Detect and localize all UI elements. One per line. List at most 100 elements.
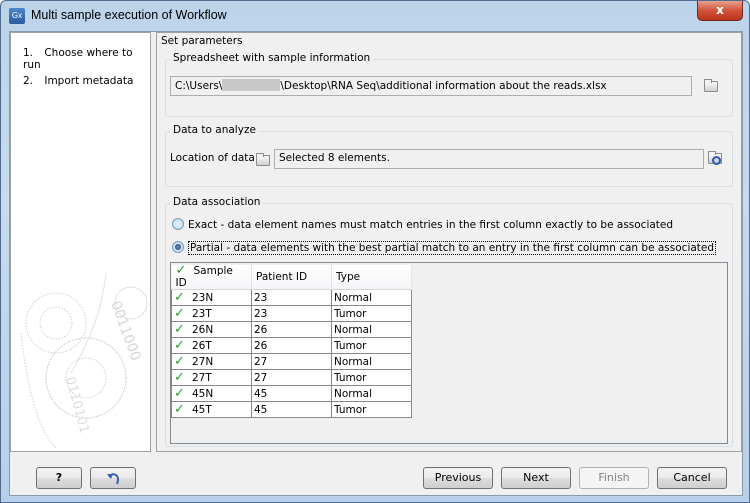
table-row[interactable]: ✓ 27N 27 Normal <box>171 353 412 370</box>
cell-patient-id[interactable]: 23 <box>251 305 332 322</box>
cell-sample-id[interactable]: ✓ 45T <box>171 401 252 418</box>
patient-id-text: 45 <box>254 387 268 400</box>
patient-id-text: 23 <box>254 291 268 304</box>
sample-id-text: 23N <box>192 291 214 304</box>
table-row[interactable]: ✓ 26T 26 Tumor <box>171 337 412 354</box>
cell-type[interactable]: Tumor <box>331 401 412 418</box>
table-row[interactable]: ✓ 23T 23 Tumor <box>171 305 412 322</box>
spreadsheet-group: Spreadsheet with sample information C:\U… <box>165 52 733 117</box>
redacted-username <box>222 79 281 91</box>
cell-type[interactable]: Normal <box>331 385 412 402</box>
cell-patient-id[interactable]: 26 <box>251 321 332 338</box>
exact-match-radio[interactable]: Exact - data element names must match en… <box>172 218 673 231</box>
type-text: Tumor <box>334 339 367 352</box>
column-header-sample-id[interactable]: ✓ Sample ID <box>171 263 252 290</box>
column-label: Patient ID <box>256 271 308 283</box>
folder-search-icon[interactable] <box>708 150 726 168</box>
previous-button[interactable]: Previous <box>423 467 493 489</box>
partial-match-radio[interactable]: Partial - data elements with the best pa… <box>172 241 717 255</box>
radio-unchecked-icon <box>172 218 184 230</box>
cancel-label: Cancel <box>673 471 711 484</box>
checkmark-icon: ✓ <box>174 401 185 417</box>
location-value: Selected 8 elements. <box>279 152 390 164</box>
location-of-data-field[interactable]: Selected 8 elements. <box>274 149 704 169</box>
dialog-client: 1. Choose where to run 2. Import metadat… <box>9 31 743 496</box>
data-to-analyze-group: Data to analyze Location of data Selecte… <box>165 124 733 187</box>
cell-sample-id[interactable]: ✓ 27T <box>171 369 252 386</box>
close-icon: x <box>716 3 724 17</box>
binary-spiral-logo-icon: 0011000 0110101 <box>20 272 148 449</box>
type-text: Normal <box>334 387 372 400</box>
path-prefix: C:\Users\ <box>175 80 223 92</box>
sample-id-text: 27T <box>192 371 212 384</box>
type-text: Tumor <box>334 371 367 384</box>
radio-checked-icon <box>172 241 184 253</box>
checkmark-icon: ✓ <box>174 337 185 353</box>
sample-association-table-panel: ✓ Sample ID Patient ID Type ✓ 23N 23 Normal ✓… <box>170 262 728 444</box>
spreadsheet-group-legend: Spreadsheet with sample information <box>170 52 374 64</box>
cell-patient-id[interactable]: 26 <box>251 337 332 354</box>
cell-patient-id[interactable]: 27 <box>251 369 332 386</box>
reset-button[interactable] <box>90 467 136 489</box>
column-header-patient-id[interactable]: Patient ID <box>251 265 332 290</box>
window-title: Multi sample execution of Workflow <box>31 8 227 22</box>
data-group-legend: Data to analyze <box>170 124 259 136</box>
step-label: Import metadata <box>44 75 134 87</box>
patient-id-text: 27 <box>254 371 268 384</box>
patient-id-text: 26 <box>254 323 268 336</box>
exact-match-label: Exact - data element names must match en… <box>188 219 674 231</box>
partial-match-label: Partial - data elements with the best pa… <box>188 241 717 255</box>
cell-sample-id[interactable]: ✓ 23T <box>171 305 252 322</box>
cell-sample-id[interactable]: ✓ 23N <box>171 289 252 306</box>
cell-type[interactable]: Normal <box>331 321 412 338</box>
table-row[interactable]: ✓ 26N 26 Normal <box>171 321 412 338</box>
cell-type[interactable]: Tumor <box>331 305 412 322</box>
next-button[interactable]: Next <box>501 467 571 489</box>
cell-type[interactable]: Tumor <box>331 369 412 386</box>
column-header-type[interactable]: Type <box>331 265 412 290</box>
finish-button[interactable]: Finish <box>579 467 649 489</box>
panel-title: Set parameters <box>161 35 243 47</box>
sample-id-text: 45T <box>192 403 212 416</box>
location-of-data-label: Location of data <box>170 152 255 164</box>
parameters-panel: Set parameters Spreadsheet with sample i… <box>156 32 742 452</box>
close-button[interactable]: x <box>697 1 743 21</box>
wizard-steps-sidebar: 1. Choose where to run 2. Import metadat… <box>10 32 151 452</box>
folder-icon[interactable] <box>704 79 718 92</box>
patient-id-text: 45 <box>254 403 268 416</box>
dialog-window: Gx Multi sample execution of Workflow x … <box>0 0 750 503</box>
patient-id-text: 27 <box>254 355 268 368</box>
patient-id-text: 26 <box>254 339 268 352</box>
cell-sample-id[interactable]: ✓ 26T <box>171 337 252 354</box>
cell-patient-id[interactable]: 45 <box>251 385 332 402</box>
type-text: Normal <box>334 323 372 336</box>
cell-type[interactable]: Normal <box>331 289 412 306</box>
type-text: Tumor <box>334 403 367 416</box>
cell-patient-id[interactable]: 23 <box>251 289 332 306</box>
spreadsheet-path-field[interactable]: C:\Users\ \Desktop\RNA Seq\additional inf… <box>170 76 692 96</box>
dialog-footer: ? Previous Next Finish Cancel <box>10 452 744 497</box>
sample-id-text: 26N <box>192 323 214 336</box>
table-header-row: ✓ Sample ID Patient ID Type <box>171 263 412 290</box>
cell-patient-id[interactable]: 27 <box>251 353 332 370</box>
cell-sample-id[interactable]: ✓ 26N <box>171 321 252 338</box>
cell-sample-id[interactable]: ✓ 27N <box>171 353 252 370</box>
help-button[interactable]: ? <box>36 467 82 489</box>
sample-id-text: 45N <box>192 387 214 400</box>
cell-patient-id[interactable]: 45 <box>251 401 332 418</box>
table-row[interactable]: ✓ 45N 45 Normal <box>171 385 412 402</box>
data-association-group: Data association Exact - data element na… <box>165 196 733 447</box>
cancel-button[interactable]: Cancel <box>657 467 727 489</box>
step-number: 1. <box>23 47 34 59</box>
cell-sample-id[interactable]: ✓ 45N <box>171 385 252 402</box>
checkmark-icon: ✓ <box>175 263 187 278</box>
sample-id-text: 27N <box>192 355 214 368</box>
table-row[interactable]: ✓ 27T 27 Tumor <box>171 369 412 386</box>
path-suffix: \Desktop\RNA Seq\additional information … <box>280 80 607 92</box>
undo-arrow-icon <box>107 473 119 485</box>
table-row[interactable]: ✓ 23N 23 Normal <box>171 289 412 306</box>
cell-type[interactable]: Tumor <box>331 337 412 354</box>
table-row[interactable]: ✓ 45T 45 Tumor <box>171 401 412 418</box>
step-number: 2. <box>23 75 34 87</box>
cell-type[interactable]: Normal <box>331 353 412 370</box>
